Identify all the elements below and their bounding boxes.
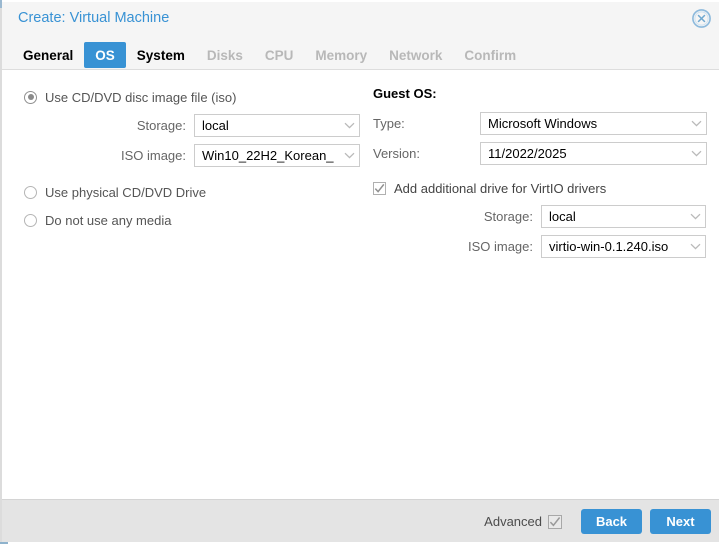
chevron-down-icon	[685, 243, 705, 250]
guest-os-type-row: Type: Microsoft Windows	[373, 111, 709, 136]
dialog-header: Create: Virtual Machine General OS Syste…	[2, 2, 719, 70]
radio-indicator-selected	[24, 90, 37, 104]
tab-memory-label: Memory	[315, 47, 368, 63]
tab-os-label: OS	[95, 47, 115, 63]
page-title: Create: Virtual Machine	[18, 10, 170, 26]
guest-os-type-value: Microsoft Windows	[488, 116, 598, 131]
tab-cpu: CPU	[254, 42, 305, 68]
wizard-tabbar: General OS System Disks CPU Memory Netwo…	[12, 42, 527, 68]
radio-use-iso-file[interactable]: Use CD/DVD disc image file (iso)	[24, 86, 364, 108]
virtio-iso-label: ISO image:	[467, 239, 533, 254]
virtio-storage-value: local	[549, 209, 576, 224]
tab-memory: Memory	[304, 42, 378, 68]
virtio-drivers-label: Add additional drive for VirtIO drivers	[394, 180, 607, 196]
guest-os-section-label: Guest OS:	[373, 86, 437, 101]
tab-confirm: Confirm	[453, 42, 527, 68]
virtio-iso-select[interactable]: virtio-win-0.1.240.iso	[541, 235, 706, 258]
back-button[interactable]: Back	[581, 509, 642, 534]
virtio-iso-value: virtio-win-0.1.240.iso	[549, 239, 669, 254]
guest-os-version-select[interactable]: 11/2022/2025	[480, 142, 707, 165]
chevron-down-icon	[339, 122, 359, 129]
iso-storage-row: Storage: local	[24, 113, 364, 138]
guest-os-column: Guest OS: Type: Microsoft Windows Versio…	[373, 86, 709, 259]
guest-os-version-value: 11/2022/2025	[488, 146, 567, 161]
radio-use-physical-drive[interactable]: Use physical CD/DVD Drive	[24, 181, 364, 203]
tab-os[interactable]: OS	[84, 42, 126, 68]
radio-no-media-label: Do not use any media	[45, 212, 172, 228]
virtio-drivers-checkbox[interactable]: Add additional drive for VirtIO drivers	[373, 177, 709, 199]
tab-general[interactable]: General	[12, 42, 84, 68]
radio-indicator-unselected	[24, 185, 37, 199]
virtio-iso-row: ISO image: virtio-win-0.1.240.iso	[373, 234, 709, 259]
checkbox-indicator-checked	[373, 181, 386, 195]
guest-os-type-select[interactable]: Microsoft Windows	[480, 112, 707, 135]
chevron-down-icon	[339, 152, 359, 159]
virtio-storage-label: Storage:	[483, 209, 533, 224]
iso-image-label: ISO image:	[120, 148, 186, 163]
tab-system[interactable]: System	[126, 42, 196, 68]
dialog-body: Use CD/DVD disc image file (iso) Storage…	[2, 71, 719, 500]
virtio-storage-select[interactable]: local	[541, 205, 706, 228]
close-circle-icon[interactable]	[691, 8, 712, 29]
tab-disks-label: Disks	[206, 47, 243, 63]
guest-os-version-label: Version:	[373, 146, 420, 161]
tab-general-label: General	[23, 47, 74, 63]
iso-storage-label: Storage:	[136, 118, 186, 133]
iso-storage-value: local	[202, 118, 229, 133]
advanced-checkbox[interactable]	[548, 514, 562, 529]
iso-image-value: Win10_22H2_Korean_	[202, 148, 334, 163]
tab-network-label: Network	[389, 47, 443, 63]
radio-no-media[interactable]: Do not use any media	[24, 209, 364, 231]
next-button[interactable]: Next	[650, 509, 711, 534]
guest-os-type-label: Type:	[373, 116, 405, 131]
radio-indicator-unselected	[24, 213, 37, 227]
tab-network: Network	[378, 42, 453, 68]
dialog-footer: Advanced Back Next	[2, 499, 719, 542]
create-vm-dialog: Create: Virtual Machine General OS Syste…	[0, 0, 721, 544]
media-source-column: Use CD/DVD disc image file (iso) Storage…	[24, 86, 364, 234]
radio-use-physical-drive-label: Use physical CD/DVD Drive	[45, 184, 207, 200]
tab-disks: Disks	[196, 42, 254, 68]
advanced-label: Advanced	[484, 514, 542, 529]
tab-cpu-label: CPU	[264, 47, 294, 63]
chevron-down-icon	[686, 150, 706, 157]
chevron-down-icon	[685, 213, 705, 220]
radio-use-iso-file-label: Use CD/DVD disc image file (iso)	[45, 89, 237, 105]
virtio-storage-row: Storage: local	[373, 204, 709, 229]
chevron-down-icon	[686, 120, 706, 127]
tab-system-label: System	[136, 47, 185, 63]
guest-os-version-row: Version: 11/2022/2025	[373, 141, 709, 166]
iso-storage-select[interactable]: local	[194, 114, 360, 137]
footer-actions: Advanced Back Next	[484, 509, 711, 534]
iso-image-row: ISO image: Win10_22H2_Korean_	[24, 143, 364, 168]
tab-confirm-label: Confirm	[464, 47, 517, 63]
iso-image-select[interactable]: Win10_22H2_Korean_	[194, 144, 360, 167]
